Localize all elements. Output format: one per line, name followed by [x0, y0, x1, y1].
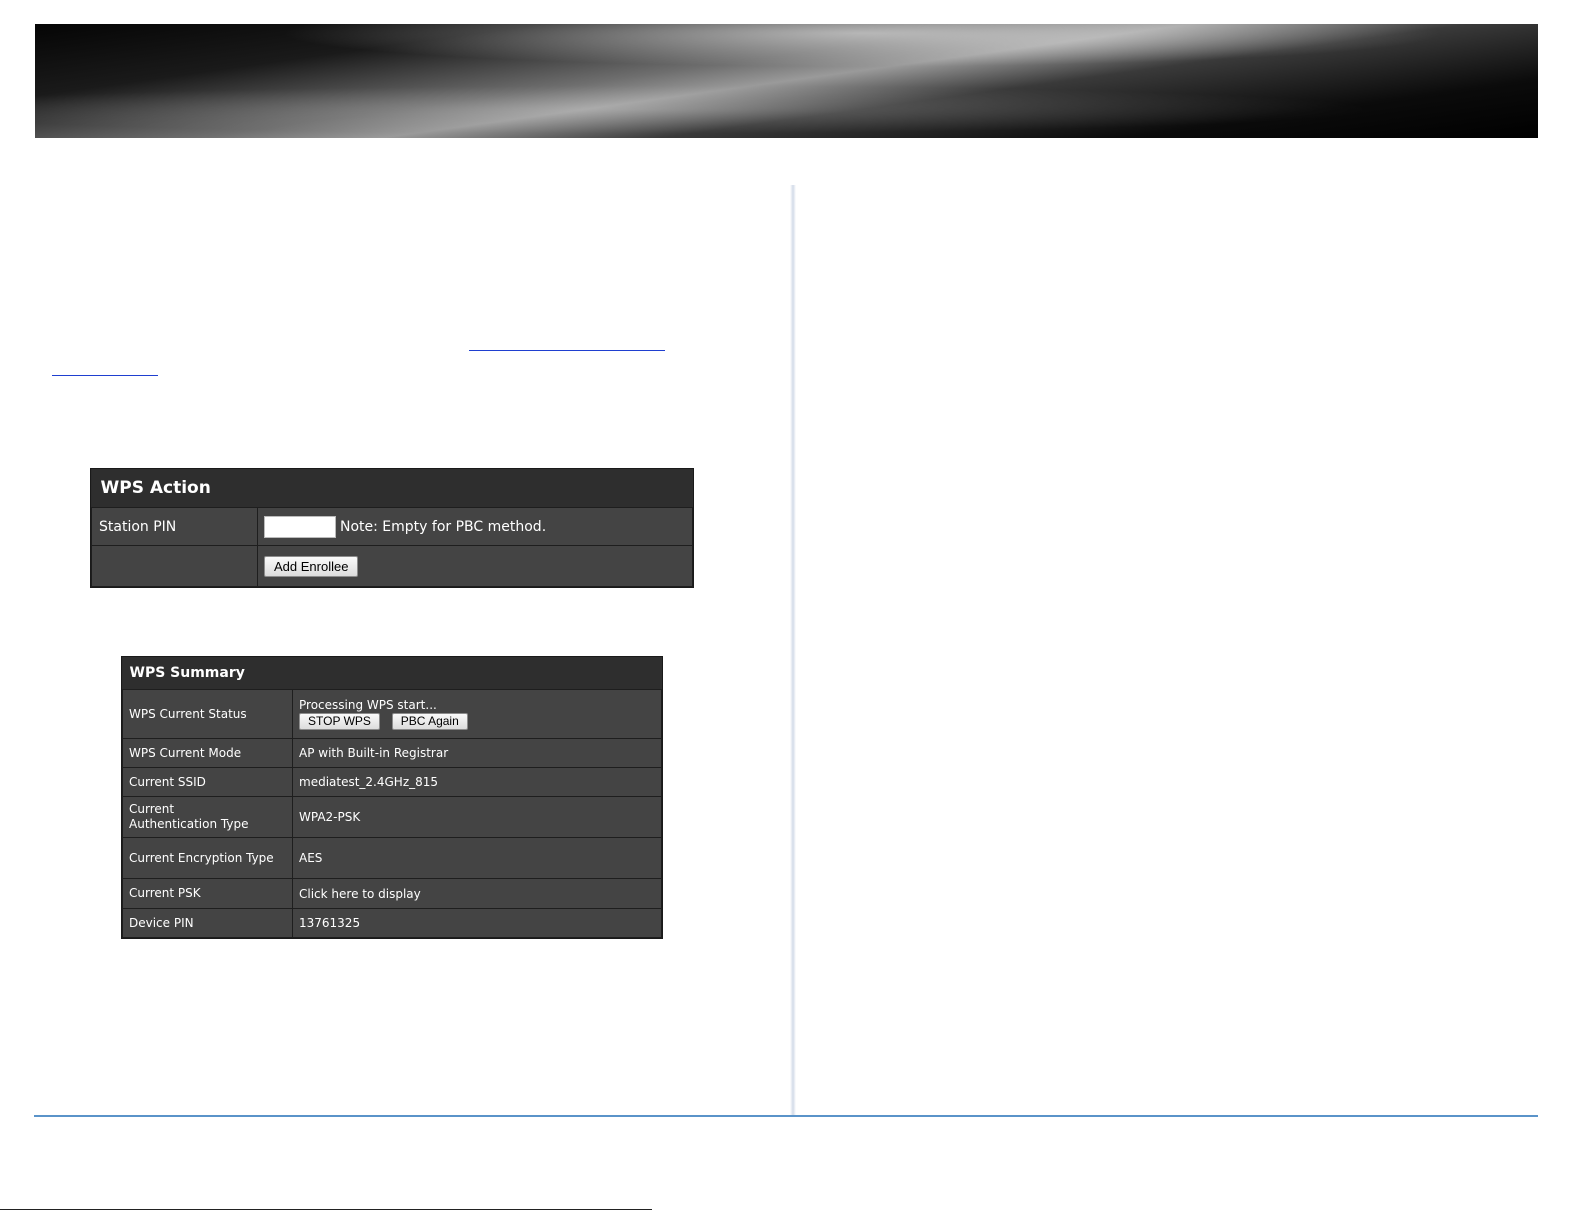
stop-wps-button[interactable]: STOP WPS [299, 713, 380, 730]
device-pin-label: Device PIN [122, 908, 293, 938]
table-row: Current Authentication Type WPA2-PSK [122, 796, 662, 838]
table-row: Device PIN 13761325 [122, 908, 662, 938]
footer-bottom-line [0, 1209, 652, 1210]
empty-label-cell [91, 545, 258, 587]
station-pin-input[interactable] [264, 515, 336, 538]
current-ssid-value: mediatest_2.4GHz_815 [292, 767, 662, 797]
wps-action-panel: WPS Action Station PIN Note: Empty for P… [90, 468, 694, 588]
current-psk-label: Current PSK [122, 878, 293, 909]
add-enrollee-button[interactable]: Add Enrollee [264, 555, 359, 577]
station-pin-label: Station PIN [91, 507, 258, 546]
wps-current-status-value: Processing WPS start... [299, 698, 437, 712]
wps-summary-title: WPS Summary [122, 657, 662, 690]
table-row: Current Encryption Type AES [122, 837, 662, 879]
device-pin-value: 13761325 [292, 908, 662, 938]
current-ssid-label: Current SSID [122, 767, 293, 797]
current-encryption-type-value: AES [292, 837, 662, 879]
table-row: WPS Current Mode AP with Built-in Regist… [122, 738, 662, 768]
banner-sheen [35, 24, 1538, 138]
current-psk-value[interactable]: Click here to display [292, 878, 662, 909]
current-auth-type-value: WPA2-PSK [292, 796, 662, 838]
header-banner [35, 24, 1538, 138]
wps-current-status-label: WPS Current Status [122, 689, 293, 739]
current-auth-type-label: Current Authentication Type [122, 796, 293, 838]
wps-current-status-cell: Processing WPS start... STOP WPS PBC Aga… [292, 689, 662, 739]
wps-current-mode-value: AP with Built-in Registrar [292, 738, 662, 768]
pbc-note: Note: Empty for PBC method. [340, 518, 547, 535]
pbc-again-button[interactable]: PBC Again [391, 713, 468, 730]
hyperlink-underline-2[interactable] [52, 375, 158, 376]
table-row: Current PSK Click here to display [122, 878, 662, 909]
footer-rule [34, 1115, 1538, 1117]
column-divider [790, 185, 796, 1115]
add-enrollee-cell: Add Enrollee [257, 545, 693, 587]
station-pin-cell: Note: Empty for PBC method. [257, 507, 693, 546]
wps-summary-panel: WPS Summary WPS Current Status Processin… [121, 656, 663, 939]
current-encryption-type-label: Current Encryption Type [122, 837, 293, 879]
hyperlink-underline-1[interactable] [469, 350, 665, 351]
wps-action-title: WPS Action [91, 469, 693, 508]
wps-current-mode-label: WPS Current Mode [122, 738, 293, 768]
table-row: Current SSID mediatest_2.4GHz_815 [122, 767, 662, 797]
table-row: WPS Current Status Processing WPS start.… [122, 689, 662, 739]
